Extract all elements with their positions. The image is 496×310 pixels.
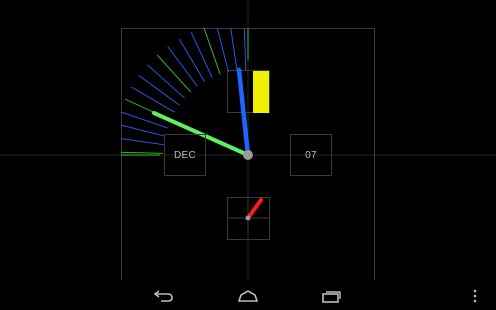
sweep-line <box>138 75 180 106</box>
second-hand-pivot <box>245 215 251 221</box>
sweep-line <box>178 38 206 83</box>
sweep-line <box>120 151 164 154</box>
sweep-line <box>230 27 238 71</box>
day-box: 07 <box>290 134 332 176</box>
home-icon <box>237 290 259 302</box>
center-pivot <box>243 150 253 160</box>
clock-screen: DEC 07 <box>0 0 496 310</box>
sweep-line <box>167 46 198 87</box>
second-hand <box>246 198 263 220</box>
clock-face <box>0 0 496 280</box>
back-button[interactable] <box>134 282 194 310</box>
recents-button[interactable] <box>302 282 362 310</box>
month-label: DEC <box>173 149 196 161</box>
home-button[interactable] <box>218 282 278 310</box>
overflow-menu-icon <box>473 289 477 303</box>
menu-button[interactable] <box>460 282 490 310</box>
sweep-line <box>131 86 175 113</box>
month-box: DEC <box>164 134 206 176</box>
sweep-line <box>216 27 230 73</box>
navigation-bar <box>0 282 496 310</box>
sweep-line <box>120 124 166 137</box>
sweep-line <box>203 27 221 75</box>
day-label: 07 <box>305 149 317 161</box>
yellow-marker <box>253 71 269 113</box>
sweep-line <box>147 64 186 99</box>
sweep-line <box>243 27 247 71</box>
sweep-line <box>190 32 213 79</box>
sweep-line <box>156 54 192 93</box>
sweep-line <box>120 138 164 146</box>
recent-apps-icon <box>322 291 341 303</box>
back-arrow-icon <box>153 290 173 302</box>
